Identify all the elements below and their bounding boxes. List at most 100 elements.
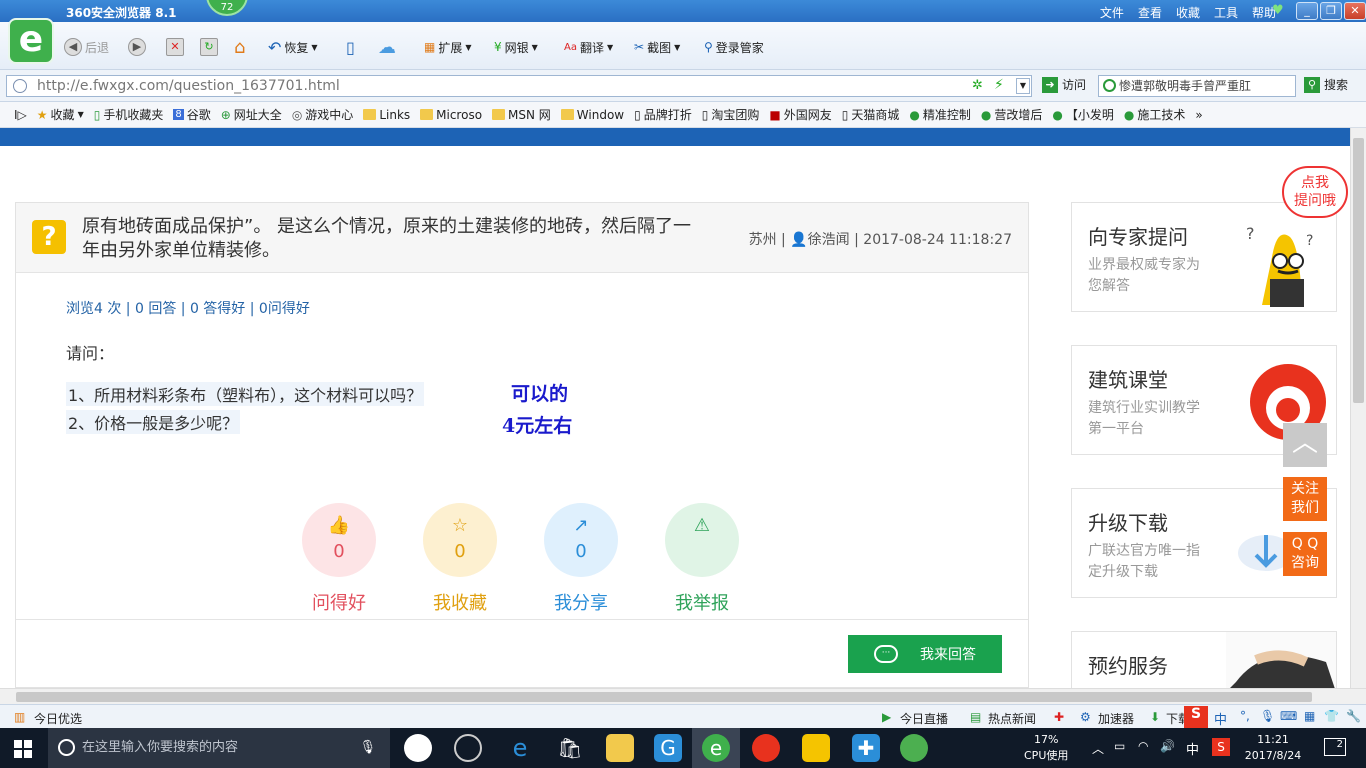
login-manager-button[interactable]: ⚲ 登录管家 (704, 36, 764, 58)
scrollbar-thumb[interactable] (1353, 138, 1364, 403)
windows-start-icon[interactable] (14, 740, 32, 758)
accelerator-link[interactable]: 加速器 (1098, 710, 1134, 727)
bookmark-item[interactable]: Links (363, 108, 410, 122)
report-button[interactable]: ⚠ (665, 503, 739, 577)
taskbar-app-3[interactable] (752, 734, 780, 762)
taskbar-app-4[interactable]: ✚ (852, 734, 880, 762)
notepad-icon[interactable] (802, 734, 830, 762)
bookmark-item[interactable]: ▯ 天猫商城 (842, 106, 900, 123)
follow-us-button[interactable]: 关注 我们 (1283, 477, 1327, 521)
back-to-top-button[interactable]: ︿ (1283, 423, 1327, 467)
maximize-button[interactable]: ❐ (1320, 2, 1342, 20)
menu-file[interactable]: 文件 (1100, 4, 1124, 21)
tray-ime[interactable]: 中 (1186, 739, 1199, 758)
ime-mode[interactable]: 中 (1214, 709, 1227, 728)
scrollbar-thumb[interactable] (16, 692, 1312, 702)
go-button[interactable]: ➜ 访问 (1042, 76, 1086, 93)
phone-button[interactable]: ▯ (346, 36, 355, 58)
extend-button[interactable]: ▦ 扩展 ▼ (424, 36, 472, 58)
cloud-button[interactable]: ☁ (378, 36, 396, 58)
search-input[interactable]: 惨遭郭敬明毒手曾严重肛 (1098, 75, 1296, 97)
bookmark-item[interactable]: ⊕ 网址大全 (221, 106, 282, 123)
score-badge[interactable]: 72 (206, 0, 248, 16)
menu-favorites[interactable]: 收藏 (1176, 4, 1200, 21)
punctuation-icon[interactable]: °, (1240, 709, 1250, 723)
bookmark-item[interactable]: ■ 外国网友 (769, 106, 831, 123)
home-button[interactable]: ⌂ (234, 36, 245, 58)
question-user[interactable]: 徐浩闻 (808, 232, 850, 248)
network-icon[interactable]: ▭ (1114, 739, 1125, 753)
microphone-icon[interactable]: 🎙 (1260, 709, 1275, 723)
wrench-icon[interactable]: 🔧 (1346, 709, 1361, 723)
good-question-label[interactable]: 问得好 (284, 589, 394, 615)
notification-center-icon[interactable]: 2 (1324, 738, 1346, 756)
taskbar-search-input[interactable]: 在这里输入你要搜索的内容 🎙 (48, 728, 390, 768)
search-button[interactable]: ⚲ 搜索 (1304, 76, 1348, 93)
tray-expand-icon[interactable]: ︿ (1092, 740, 1104, 757)
bank-button[interactable]: ¥ 网银 ▼ (494, 36, 538, 58)
bookmark-item[interactable]: ● 【小发明 (1052, 106, 1114, 123)
answer-button[interactable]: ··· 我来回答 (848, 635, 1002, 673)
bookmark-item[interactable]: MSN 网 (492, 106, 551, 123)
360-browser-icon[interactable]: e (702, 734, 730, 762)
bookmark-item[interactable]: ◎ 游戏中心 (292, 106, 354, 123)
taskbar-app-2[interactable] (454, 734, 482, 762)
back-button[interactable]: ◀ 后退 (64, 36, 109, 58)
more-bookmarks-icon[interactable]: » (1195, 108, 1202, 122)
menu-view[interactable]: 查看 (1138, 4, 1162, 21)
forward-button[interactable]: ▶ (128, 36, 146, 58)
today-live-link[interactable]: 今日直播 (900, 710, 948, 727)
bookmark-item[interactable]: ▯ 品牌打折 (634, 106, 692, 123)
lightning-icon[interactable]: ⚡ (994, 77, 1004, 93)
favorite-label[interactable]: 我收藏 (405, 589, 515, 615)
store-icon[interactable]: 🛍 (556, 734, 584, 762)
keyboard-icon[interactable]: ⌨ (1280, 709, 1297, 723)
taskbar-app-g[interactable]: G (654, 734, 682, 762)
hot-news-link[interactable]: 热点新闻 (988, 710, 1036, 727)
qq-consult-button[interactable]: Q Q 咨询 (1283, 532, 1327, 576)
sogou-ime-icon[interactable]: S (1184, 706, 1208, 728)
share-button[interactable]: ↗ 0 (544, 503, 618, 577)
bookmark-item[interactable]: ▯ 手机收藏夹 (94, 106, 164, 123)
appointment-card[interactable]: 预约服务 (1071, 631, 1337, 688)
bookmark-item[interactable]: ● 精准控制 (909, 106, 971, 123)
report-label[interactable]: 我举报 (647, 589, 757, 615)
bookmarks-toggle-icon[interactable]: I▷ (14, 108, 27, 122)
browser-logo[interactable]: e (8, 18, 54, 64)
bookmark-item[interactable]: Microso (420, 108, 482, 122)
refresh-button[interactable]: ↻ (200, 36, 218, 58)
volume-icon[interactable]: 🔊 (1160, 739, 1175, 753)
clock[interactable]: 11:21 2017/8/24 (1240, 732, 1306, 764)
question-location[interactable]: 苏州 (749, 232, 777, 248)
wifi-icon[interactable]: ◠ (1138, 739, 1148, 753)
bookmark-item[interactable]: ● 施工技术 (1124, 106, 1186, 123)
taskbar-app-1[interactable] (404, 734, 432, 762)
sogou-tray-icon[interactable]: S (1212, 738, 1230, 756)
expert-ask-card[interactable]: 向专家提问 业界最权威专家为您解答 ? ? (1071, 202, 1337, 312)
url-dropdown-button[interactable]: ▼ (1016, 78, 1030, 94)
chrome-icon[interactable] (900, 734, 928, 762)
good-question-button[interactable]: 👍 0 (302, 503, 376, 577)
ask-bubble[interactable]: 点我 提问哦 (1282, 166, 1348, 218)
favorite-button[interactable]: ☆ 0 (423, 503, 497, 577)
stop-button[interactable]: ✕ (166, 36, 184, 58)
menu-tools[interactable]: 工具 (1214, 4, 1238, 21)
bookmark-item[interactable]: ▯ 淘宝团购 (702, 106, 760, 123)
bookmark-item[interactable]: ● 营改增后 (981, 106, 1043, 123)
restore-button[interactable]: ↶ 恢复 ▼ (268, 36, 318, 58)
minimize-button[interactable]: _ (1296, 2, 1318, 20)
screenshot-button[interactable]: ✂ 截图 ▼ (634, 36, 680, 58)
skin-icon[interactable]: ♥ (1272, 3, 1284, 18)
today-picks-link[interactable]: 今日优选 (34, 710, 82, 727)
bookmark-item[interactable]: Window (560, 108, 624, 122)
microphone-icon[interactable]: 🎙 (359, 728, 376, 768)
file-explorer-icon[interactable] (606, 734, 634, 762)
close-button[interactable]: ✕ (1344, 2, 1366, 20)
share-label[interactable]: 我分享 (526, 589, 636, 615)
vertical-scrollbar[interactable] (1350, 128, 1366, 688)
grid-icon[interactable]: ▦ (1304, 709, 1315, 723)
translate-button[interactable]: Aa 翻译 ▼ (564, 36, 613, 58)
shirt-icon[interactable]: 👕 (1324, 709, 1339, 723)
horizontal-scrollbar[interactable] (0, 688, 1366, 704)
edge-icon[interactable]: e (506, 734, 534, 762)
